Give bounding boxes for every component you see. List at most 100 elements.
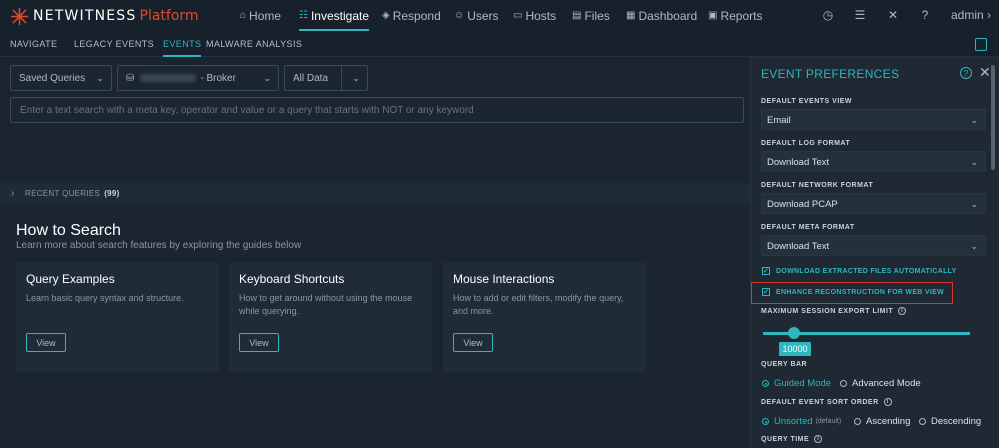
nav-hosts[interactable]: ▭ Hosts bbox=[513, 0, 556, 31]
card-description: How to get around without using the mous… bbox=[239, 293, 413, 316]
chevron-down-icon: ⌄ bbox=[970, 199, 978, 209]
users-icon: ☺ bbox=[454, 10, 465, 21]
preferences-icon[interactable] bbox=[975, 38, 987, 51]
query-bar-label: QUERY BAR bbox=[761, 361, 808, 368]
nav-respond[interactable]: ◈ Respond bbox=[382, 0, 441, 31]
jobs-icon[interactable]: ☰ bbox=[853, 8, 867, 22]
checkbox-checked-icon: ✓ bbox=[762, 267, 770, 275]
default-log-format-select[interactable]: Download Text ⌄ bbox=[761, 151, 986, 172]
nav-label: Dashboard bbox=[638, 8, 698, 23]
max-export-limit-label: MAXIMUM SESSION EXPORT LIMIT i bbox=[761, 307, 907, 315]
radio-label: Descending bbox=[931, 416, 982, 427]
card-title: Mouse Interactions bbox=[453, 272, 555, 286]
radio-label: Ascending bbox=[866, 416, 911, 427]
default-network-format-select[interactable]: Download PCAP ⌄ bbox=[761, 193, 986, 214]
default-events-view-label: DEFAULT EVENTS VIEW bbox=[761, 98, 853, 105]
database-icon: ⛁ bbox=[126, 72, 135, 84]
sub-nav: NAVIGATE LEGACY EVENTS EVENTS MALWARE AN… bbox=[0, 31, 999, 57]
tab-malware-analysis[interactable]: MALWARE ANALYSIS bbox=[206, 39, 302, 49]
radio-label: Unsorted bbox=[774, 416, 813, 427]
select-value: Download Text bbox=[767, 157, 830, 168]
guide-card-query-examples: Query Examples Learn basic query syntax … bbox=[16, 262, 219, 372]
tools-icon[interactable]: ✕ bbox=[886, 8, 900, 22]
radio-selected-icon bbox=[762, 418, 769, 425]
saved-queries-select[interactable]: Saved Queries ⌄ bbox=[10, 65, 112, 91]
info-icon[interactable]: i bbox=[898, 307, 907, 315]
shield-icon: ◈ bbox=[382, 10, 390, 21]
radio-advanced-mode[interactable]: Advanced Mode bbox=[840, 378, 921, 389]
help-icon[interactable]: ? bbox=[960, 67, 972, 79]
recent-queries-bar[interactable]: › RECENT QUERIES (99) bbox=[0, 183, 750, 205]
select-value: Download PCAP bbox=[767, 199, 838, 210]
download-extracted-checkbox[interactable]: ✓ DOWNLOAD EXTRACTED FILES AUTOMATICALLY bbox=[762, 267, 957, 275]
nav-label: Home bbox=[249, 8, 282, 23]
user-name: admin bbox=[951, 8, 984, 22]
radio-guided-mode[interactable]: Guided Mode bbox=[762, 378, 831, 389]
card-description: Learn basic query syntax and structure. bbox=[26, 293, 184, 303]
tab-legacy-events[interactable]: LEGACY EVENTS bbox=[74, 39, 154, 49]
guide-card-mouse-interactions: Mouse Interactions How to add or edit fi… bbox=[443, 262, 646, 372]
user-menu[interactable]: admin › bbox=[951, 8, 991, 22]
chevron-right-icon: › bbox=[11, 188, 15, 199]
radio-ascending[interactable]: Ascending bbox=[854, 416, 910, 427]
nav-reports[interactable]: ▣ Reports bbox=[708, 0, 762, 31]
nav-dashboard[interactable]: ▦ Dashboard bbox=[626, 0, 697, 31]
panel-scrollbar[interactable] bbox=[991, 65, 995, 170]
top-bar: NETWITNESS Platform ⌂ Home ☷ Investigate ◈… bbox=[0, 0, 999, 31]
query-search-input[interactable]: Enter a text search with a meta key, ope… bbox=[10, 97, 744, 123]
default-network-format-label: DEFAULT NETWORK FORMAT bbox=[761, 182, 874, 189]
tab-events[interactable]: EVENTS bbox=[163, 39, 202, 57]
event-preferences-panel: EVENT PREFERENCES ? ✕ DEFAULT EVENTS VIE… bbox=[750, 57, 999, 448]
guide-card-keyboard-shortcuts: Keyboard Shortcuts How to get around wit… bbox=[229, 262, 432, 372]
investigate-icon: ☷ bbox=[299, 10, 308, 21]
view-button[interactable]: View bbox=[453, 333, 493, 352]
checkbox-checked-icon: ✓ bbox=[762, 288, 770, 296]
nav-home[interactable]: ⌂ Home bbox=[240, 0, 281, 31]
checkbox-label: DOWNLOAD EXTRACTED FILES AUTOMATICALLY bbox=[776, 267, 957, 275]
query-time-text: QUERY TIME bbox=[761, 435, 810, 443]
nav-investigate[interactable]: ☷ Investigate bbox=[299, 0, 370, 31]
info-icon[interactable]: i bbox=[883, 398, 892, 406]
sort-order-label: DEFAULT EVENT SORT ORDER i bbox=[761, 398, 892, 406]
recent-queries-count: (99) bbox=[104, 189, 120, 198]
tab-navigate[interactable]: NAVIGATE bbox=[10, 39, 57, 49]
info-icon[interactable]: i bbox=[814, 435, 823, 443]
nav-label: Users bbox=[467, 8, 499, 23]
time-range-select[interactable]: All Data ⌄ bbox=[284, 65, 368, 91]
radio-descending[interactable]: Descending bbox=[919, 416, 981, 427]
nav-label: Files bbox=[584, 8, 610, 23]
nav-label: Investigate bbox=[310, 8, 370, 23]
checkbox-label: ENHANCE RECONSTRUCTION FOR WEB VIEW bbox=[776, 288, 944, 296]
card-title: Query Examples bbox=[26, 272, 115, 286]
close-icon[interactable]: ✕ bbox=[979, 65, 991, 79]
netwitness-logo-icon bbox=[10, 7, 29, 25]
default-tag: (default) bbox=[815, 418, 842, 425]
service-suffix: - Broker bbox=[200, 72, 236, 84]
service-select[interactable]: ⛁ - Broker ⌄ bbox=[117, 65, 279, 91]
select-value: Download Text bbox=[767, 241, 830, 252]
chevron-down-icon: ⌄ bbox=[970, 241, 978, 251]
netwitness-logo[interactable]: NETWITNESS Platform bbox=[10, 7, 199, 25]
default-meta-format-select[interactable]: Download Text ⌄ bbox=[761, 235, 986, 256]
help-icon[interactable]: ? bbox=[918, 8, 932, 22]
default-events-view-select[interactable]: Email ⌄ bbox=[761, 109, 986, 130]
nav-users[interactable]: ☺ Users bbox=[454, 0, 499, 31]
chevron-down-icon: ⌄ bbox=[263, 73, 271, 83]
enhance-reconstruction-checkbox[interactable]: ✓ ENHANCE RECONSTRUCTION FOR WEB VIEW bbox=[762, 288, 944, 296]
nav-files[interactable]: ▤ Files bbox=[572, 0, 610, 31]
view-button[interactable]: View bbox=[26, 333, 66, 352]
export-limit-slider-handle[interactable] bbox=[788, 327, 800, 339]
recent-queries-label: RECENT QUERIES bbox=[25, 189, 101, 198]
view-button[interactable]: View bbox=[239, 333, 279, 352]
default-meta-format-label: DEFAULT META FORMAT bbox=[761, 224, 855, 231]
radio-unsorted[interactable]: Unsorted (default) bbox=[762, 416, 841, 427]
hosts-icon: ▭ bbox=[513, 10, 523, 21]
radio-label: Guided Mode bbox=[774, 378, 832, 389]
redacted-service-name bbox=[140, 74, 197, 82]
brand-name: NETWITNESS bbox=[33, 8, 137, 24]
dashboard-icon: ▦ bbox=[626, 10, 636, 21]
stopwatch-icon[interactable]: ◷ bbox=[821, 8, 835, 22]
panel-title: EVENT PREFERENCES bbox=[761, 67, 900, 81]
radio-unselected-icon bbox=[854, 418, 861, 425]
divider bbox=[341, 66, 342, 90]
